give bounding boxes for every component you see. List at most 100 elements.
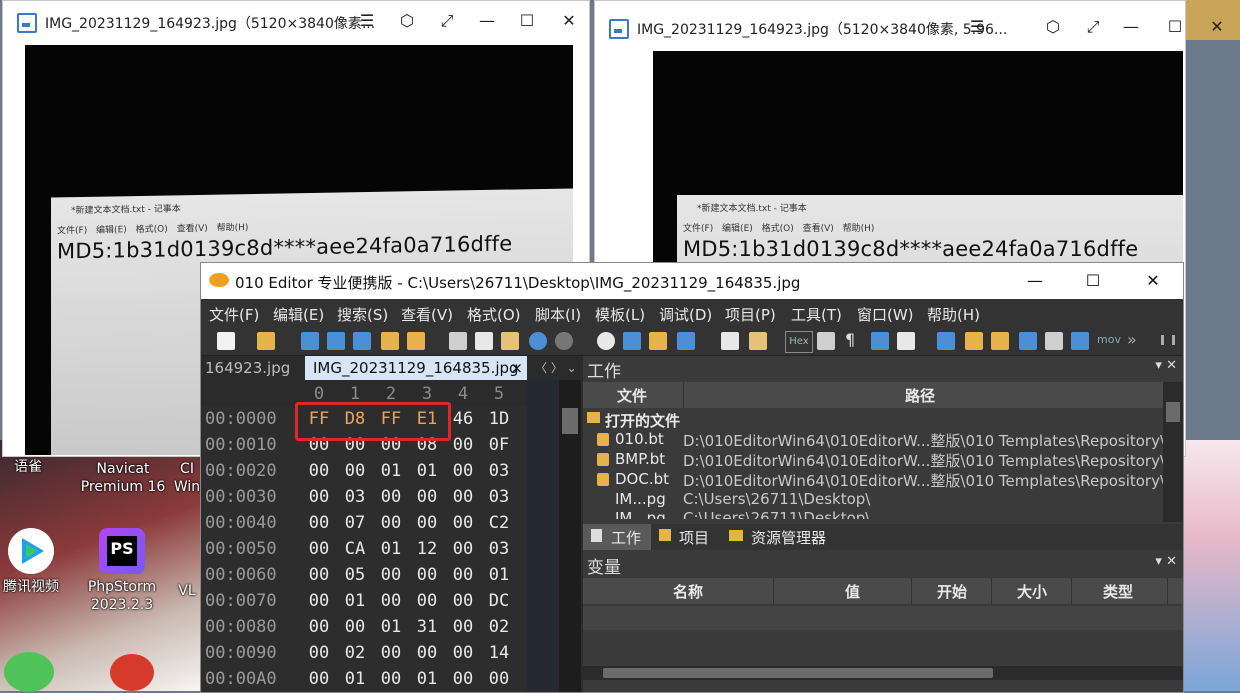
columns-icon[interactable]: [817, 332, 835, 350]
template-icon[interactable]: [721, 332, 739, 350]
workspace-scrollbar[interactable]: [1163, 382, 1183, 522]
mov-button[interactable]: mov: [1097, 333, 1121, 346]
col-path[interactable]: 路径: [905, 385, 935, 406]
hex-byte[interactable]: 03: [485, 487, 513, 507]
hex-mode-button[interactable]: Hex: [785, 331, 813, 353]
close-button[interactable]: ✕: [555, 9, 583, 33]
highlight-icon[interactable]: [897, 332, 915, 350]
toolbar-overflow-icon[interactable]: »: [1127, 330, 1137, 349]
hex-row[interactable]: 00:0090 00 02 00 00 00 14: [201, 640, 581, 666]
hex-row[interactable]: 00:0020 00 00 01 01 00 03: [201, 458, 581, 484]
calculator-icon[interactable]: [937, 332, 955, 350]
rotate-icon[interactable]: ⬡: [1039, 15, 1067, 39]
hex-row[interactable]: 00:0060 00 05 00 00 00 01: [201, 562, 581, 588]
undo-icon[interactable]: [529, 332, 547, 350]
new-file-icon[interactable]: [217, 332, 235, 350]
menu-help[interactable]: 帮助(H): [927, 304, 980, 325]
hex-byte[interactable]: 00: [413, 591, 441, 611]
percent-icon[interactable]: [1045, 332, 1063, 350]
col-start[interactable]: 开始: [937, 581, 967, 602]
hex-row[interactable]: 00:0050 00 CA 01 12 00 03: [201, 536, 581, 562]
inspector-icon[interactable]: [965, 332, 983, 350]
hex-byte[interactable]: 00: [305, 539, 333, 559]
maximize-button[interactable]: ☐: [513, 9, 541, 33]
checksum-icon[interactable]: [1071, 332, 1089, 350]
rotate-icon[interactable]: ⬡: [393, 9, 421, 33]
hex-byte[interactable]: CA: [341, 539, 369, 559]
panel-controls[interactable]: ▾ ✕: [1155, 358, 1177, 373]
list-item[interactable]: BMP.bt D:\010EditorWin64\010EditorW...整版…: [583, 450, 1165, 470]
menu-icon[interactable]: ☰: [353, 9, 381, 33]
goto-icon[interactable]: [677, 332, 695, 350]
maximize-button[interactable]: ☐: [1079, 269, 1107, 293]
list-item[interactable]: DOC.bt D:\010EditorWin64\010EditorW...整版…: [583, 470, 1165, 490]
menu-script[interactable]: 脚本(I): [535, 304, 581, 325]
menu-window[interactable]: 窗口(W): [857, 304, 914, 325]
find-in-files-icon[interactable]: [649, 332, 667, 350]
hex-row[interactable]: 00:0040 00 07 00 00 00 C2: [201, 510, 581, 536]
close-tab-icon[interactable]: ×: [510, 356, 523, 380]
scroll-thumb[interactable]: [603, 668, 993, 678]
menu-edit[interactable]: 编辑(E): [273, 304, 324, 325]
desktop-icon-partial[interactable]: CI Win: [170, 460, 204, 496]
tab-workspace[interactable]: 工作: [583, 524, 651, 550]
minimize-button[interactable]: —: [473, 9, 501, 33]
menu-template[interactable]: 模板(L): [595, 304, 645, 325]
app-icon[interactable]: [110, 654, 154, 691]
hex-byte[interactable]: 00: [449, 669, 477, 689]
viewer-titlebar[interactable]: IMG_20231129_164923.jpg（5120×3840像素... ☰…: [3, 1, 589, 43]
col-file[interactable]: 文件: [617, 385, 647, 406]
open-files-group[interactable]: 打开的文件: [583, 410, 1163, 430]
hex-byte[interactable]: 00: [377, 643, 405, 663]
hex-byte[interactable]: 1D: [485, 409, 513, 429]
viewer-titlebar[interactable]: IMG_20231129_164923.jpg（5120×3840像素, 5.9…: [595, 7, 1224, 49]
hex-byte[interactable]: 03: [341, 487, 369, 507]
minimize-button[interactable]: —: [1117, 15, 1145, 39]
redo-icon[interactable]: [555, 332, 573, 350]
find-icon[interactable]: [597, 332, 615, 350]
hex-byte[interactable]: 01: [377, 617, 405, 637]
hex-byte[interactable]: 01: [413, 669, 441, 689]
hex-byte[interactable]: 00: [413, 643, 441, 663]
hex-byte[interactable]: 00: [377, 565, 405, 585]
desktop-icon-navicat[interactable]: Navicat Premium 16: [76, 460, 170, 496]
hex-byte[interactable]: 02: [485, 617, 513, 637]
hex-row[interactable]: 00:0030 00 03 00 00 00 03: [201, 484, 581, 510]
pilcrow-icon[interactable]: ¶: [845, 330, 855, 349]
menu-icon[interactable]: ☰: [963, 15, 991, 39]
pause-icon[interactable]: [1161, 335, 1175, 345]
hex-byte[interactable]: C2: [485, 513, 513, 533]
histogram-icon[interactable]: [1019, 332, 1037, 350]
editor-titlebar[interactable]: 010 Editor 专业便携版 - C:\Users\26711\Deskto…: [201, 263, 1183, 299]
wechat-icon[interactable]: [4, 652, 54, 692]
fullscreen-icon[interactable]: ⤢: [1079, 15, 1107, 39]
paste-icon[interactable]: [501, 332, 519, 350]
script-icon[interactable]: [749, 332, 767, 350]
hex-byte[interactable]: 03: [485, 539, 513, 559]
hex-byte[interactable]: 00: [413, 487, 441, 507]
col-type[interactable]: 类型: [1103, 581, 1133, 602]
hex-byte[interactable]: 00: [413, 513, 441, 533]
list-item[interactable]: 010.bt D:\010EditorWin64\010EditorW...整版…: [583, 430, 1165, 450]
hex-byte[interactable]: 00: [305, 461, 333, 481]
hex-byte[interactable]: 00: [305, 513, 333, 533]
variables-horizontal-scrollbar[interactable]: [583, 666, 1183, 680]
hex-byte[interactable]: 46: [449, 409, 477, 429]
col-value[interactable]: 值: [845, 581, 860, 602]
hex-row[interactable]: 00:0080 00 00 01 31 00 02: [201, 614, 581, 640]
hex-byte[interactable]: 00: [305, 591, 333, 611]
close-panel-icon[interactable]: ✕: [1166, 358, 1177, 373]
menu-search[interactable]: 搜索(S): [337, 304, 388, 325]
hex-byte[interactable]: 12: [413, 539, 441, 559]
close-button[interactable]: ✕: [1139, 269, 1167, 293]
hex-byte[interactable]: 01: [377, 539, 405, 559]
hex-row[interactable]: 00:0070 00 01 00 00 00 DC: [201, 588, 581, 614]
hex-byte[interactable]: 00: [413, 565, 441, 585]
close-button[interactable]: ✕: [1203, 15, 1231, 39]
hex-byte[interactable]: 00: [377, 487, 405, 507]
hex-byte[interactable]: 01: [341, 591, 369, 611]
hex-byte[interactable]: 14: [485, 643, 513, 663]
save-as-icon[interactable]: [327, 332, 345, 350]
hex-vertical-scrollbar[interactable]: [559, 380, 581, 692]
hex-byte[interactable]: 07: [341, 513, 369, 533]
